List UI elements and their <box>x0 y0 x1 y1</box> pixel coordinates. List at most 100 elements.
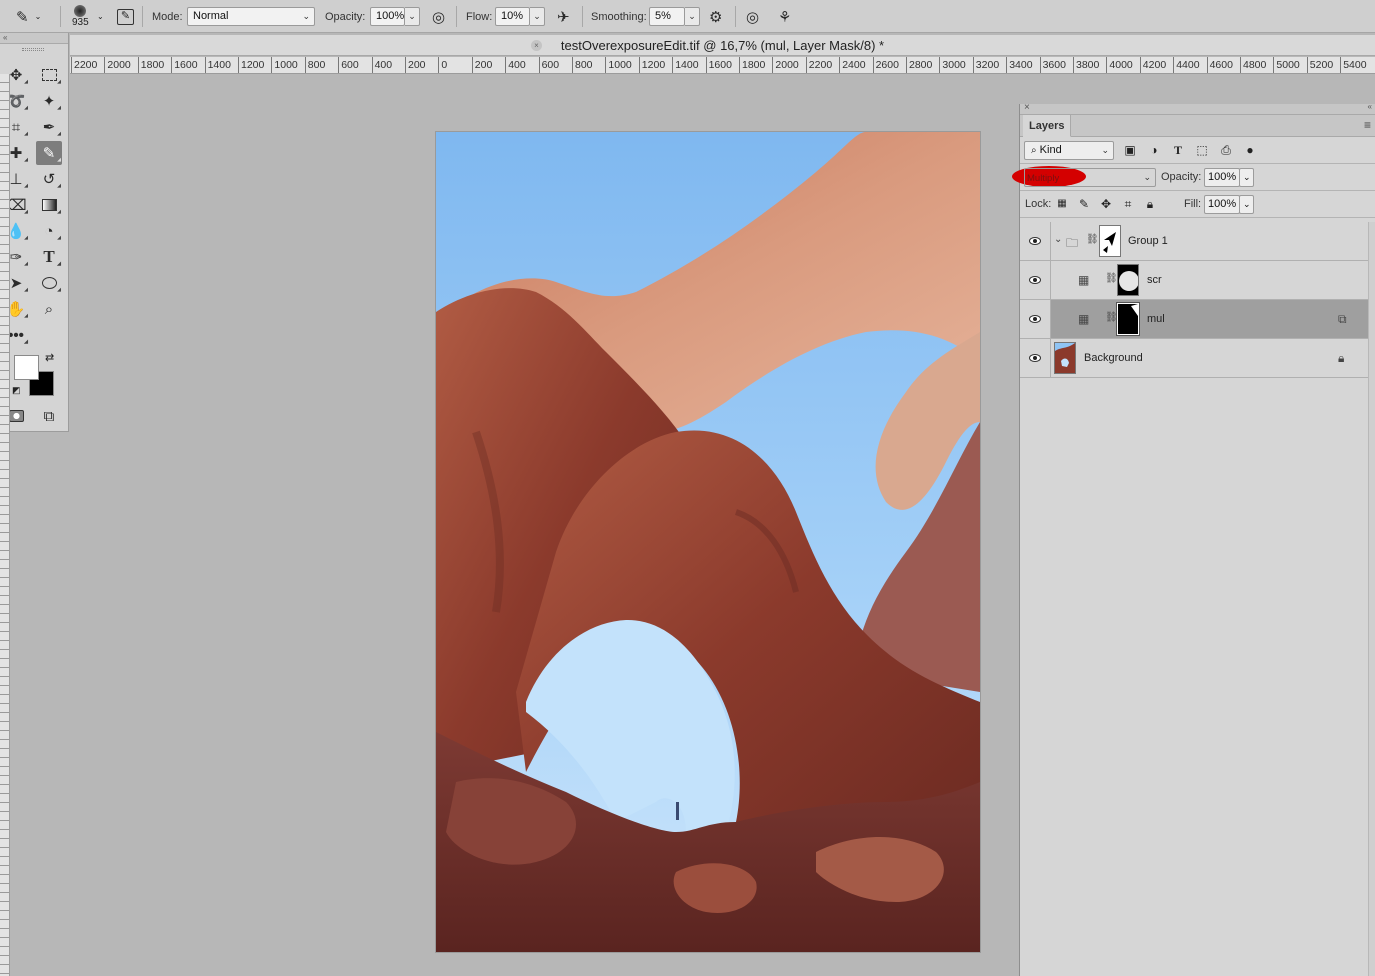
scr-mask-thumbnail[interactable] <box>1117 264 1139 296</box>
ruler-label: 2600 <box>872 57 899 73</box>
flow-input[interactable]: 10% <box>495 7 530 26</box>
lock-transparency-icon[interactable]: ▦ <box>1054 196 1070 212</box>
ruler-label: 600 <box>338 57 359 73</box>
opacity-label: Opacity: <box>325 10 366 23</box>
filter-toggle-icon[interactable]: ● <box>1242 142 1258 158</box>
arch-photo <box>436 132 980 952</box>
flow-label: Flow: <box>466 10 493 23</box>
background-thumbnail[interactable] <box>1054 342 1076 374</box>
type-layer-filter-icon[interactable]: T <box>1170 142 1186 158</box>
type-tool-icon[interactable]: T ◢ <box>36 245 62 269</box>
lock-row: Lock: ▦ ✎ ✥ ⌗ 🔒︎ Fill: 100% ⌄ <box>1020 191 1375 218</box>
eye-icon <box>1029 276 1041 284</box>
magic-wand-tool-icon[interactable]: ✦ ◢ <box>36 89 62 113</box>
lock-pixels-icon[interactable]: ✎ <box>1076 196 1092 212</box>
brush-tool-icon[interactable]: ✎ ◢ <box>36 141 62 165</box>
brush-picker[interactable]: 935 <box>72 0 89 33</box>
ruler-label: 0 <box>438 57 447 73</box>
history-brush-tool-icon[interactable]: ↺ ◢ <box>36 167 62 191</box>
pressure-opacity-icon[interactable]: ◎ <box>432 0 445 33</box>
close-icon[interactable]: × <box>531 40 542 51</box>
link-icon[interactable]: ⛓ <box>1105 273 1118 284</box>
airbrush-icon[interactable]: ✈ <box>557 0 570 33</box>
screen-mode-icon[interactable]: ⧉ <box>36 404 62 428</box>
lock-artboard-icon[interactable]: ⌗ <box>1120 196 1136 212</box>
ellipse-tool-icon[interactable]: ◢ <box>36 271 62 295</box>
ruler-label: 2400 <box>839 57 866 73</box>
lock-all-icon[interactable]: 🔒︎ <box>1142 196 1158 212</box>
horizontal-ruler[interactable]: 2200 2000 1800 1600 1400 1200 1000 800 600 400 200… <box>70 57 1375 74</box>
dodge-tool-icon[interactable]: ◔ ◢ <box>36 219 62 243</box>
ruler-label: 1200 <box>638 57 665 73</box>
ruler-label: 3200 <box>972 57 999 73</box>
brush-picker-chevron-icon[interactable]: ⌄ <box>97 0 104 33</box>
pixel-layer-filter-icon[interactable]: ▣ <box>1122 142 1138 158</box>
eyedropper-tool-icon[interactable]: ✒ ◢ <box>36 115 62 139</box>
gear-icon[interactable]: ⚙ <box>709 0 722 33</box>
mode-select[interactable]: Normal ⌄ <box>187 7 315 26</box>
filter-kind-select[interactable]: ⌕ Kind ⌄ <box>1024 141 1114 160</box>
tab-layers[interactable]: Layers <box>1023 115 1072 137</box>
layer-row-background[interactable]: Background 🔒︎ <box>1020 339 1368 378</box>
mul-mask-thumbnail[interactable] <box>1116 302 1140 336</box>
blend-mode-select[interactable]: Multiply ⌄ <box>1024 168 1156 187</box>
panel-menu-icon[interactable]: ≡ <box>1364 118 1371 132</box>
filter-kind-value: Kind <box>1039 144 1062 156</box>
canvas-image[interactable] <box>436 132 980 952</box>
symmetry-butterfly-icon[interactable]: ⚘ <box>778 0 791 33</box>
layer-row-group-1[interactable]: ⌄ 🗀 ⛓ Group 1 <box>1020 222 1368 261</box>
visibility-toggle[interactable] <box>1020 222 1051 260</box>
swap-colors-icon[interactable]: ⇄ <box>45 351 54 364</box>
group-mask-thumbnail[interactable] <box>1099 225 1121 257</box>
ruler-label: 4600 <box>1206 57 1233 73</box>
shape-layer-filter-icon[interactable]: ⬚ <box>1194 142 1210 158</box>
flow-dropdown-button[interactable]: ⌄ <box>530 7 545 26</box>
fill-input[interactable]: 100% <box>1204 195 1240 214</box>
opacity-dropdown-button[interactable]: ⌄ <box>405 7 420 26</box>
marquee-tool-icon[interactable]: ◢ <box>36 63 62 87</box>
brush-size-label: 935 <box>72 17 89 28</box>
layers-panel: × « Layers ≡ ⌕ Kind ⌄ ▣ ◑ T ⬚ ⎙ ● Multip… <box>1012 102 1375 976</box>
document-tab[interactable]: × testOverexposureEdit.tif @ 16,7% (mul,… <box>70 35 1375 56</box>
adjustment-layer-filter-icon[interactable]: ◑ <box>1146 142 1162 158</box>
tools-panel-grip[interactable] <box>22 48 44 51</box>
layer-opacity-input[interactable]: 100% <box>1204 168 1240 187</box>
chevron-down-icon: ⌄ <box>1143 172 1151 182</box>
layer-opacity-dropdown[interactable]: ⌄ <box>1239 168 1254 187</box>
layer-row-scr[interactable]: ▦ ⛓ scr <box>1020 261 1368 300</box>
brush-settings-panel-icon[interactable]: ✎ <box>117 0 134 33</box>
zoom-tool-icon[interactable]: ⌕ <box>36 297 62 321</box>
link-icon[interactable]: ⛓ <box>1105 312 1118 323</box>
default-colors-icon[interactable]: ◩ <box>12 385 21 396</box>
options-bar: ✎ ⌄ 935 ⌄ ✎ Mode: Normal ⌄ Opacity: 100% … <box>0 0 1375 33</box>
layer-name: mul <box>1147 313 1165 325</box>
collapse-icon[interactable]: « <box>1368 102 1372 111</box>
layer-row-mul[interactable]: ▦ ⛓ mul ⧉ <box>1020 300 1368 339</box>
opacity-input[interactable]: 100% <box>370 7 405 26</box>
pressure-size-icon[interactable]: ◎ <box>746 0 759 33</box>
ruler-label: 1200 <box>238 57 264 73</box>
lock-icon[interactable]: 🔒︎ <box>1338 351 1344 366</box>
brush-tool-preset-icon[interactable]: ✎ ⌄ <box>16 0 41 33</box>
smoothing-dropdown-button[interactable]: ⌄ <box>685 7 700 26</box>
fill-dropdown[interactable]: ⌄ <box>1239 195 1254 214</box>
visibility-toggle[interactable] <box>1020 261 1051 299</box>
panel-header[interactable]: × « <box>1020 102 1375 115</box>
brush-tip-icon <box>74 5 87 17</box>
lock-position-icon[interactable]: ✥ <box>1098 196 1114 212</box>
chevron-down-icon[interactable]: ⌄ <box>1054 234 1062 245</box>
link-icon[interactable]: ⛓ <box>1086 234 1099 245</box>
smoothing-input[interactable]: 5% <box>649 7 685 26</box>
foreground-color-swatch[interactable] <box>14 355 39 380</box>
tools-panel-collapse-icon[interactable]: « <box>0 33 68 44</box>
ruler-label: 3600 <box>1039 57 1066 73</box>
visibility-toggle[interactable] <box>1020 339 1051 377</box>
layer-name: scr <box>1147 274 1162 286</box>
smart-object-filter-icon[interactable]: ⎙ <box>1218 142 1234 158</box>
visibility-toggle[interactable] <box>1020 300 1051 338</box>
vertical-ruler[interactable] <box>0 74 10 976</box>
gradient-tool-icon[interactable]: ◢ <box>36 193 62 217</box>
lock-label: Lock: <box>1025 198 1052 210</box>
panel-scrollbar[interactable] <box>1368 222 1375 976</box>
close-icon[interactable]: × <box>1024 102 1030 113</box>
